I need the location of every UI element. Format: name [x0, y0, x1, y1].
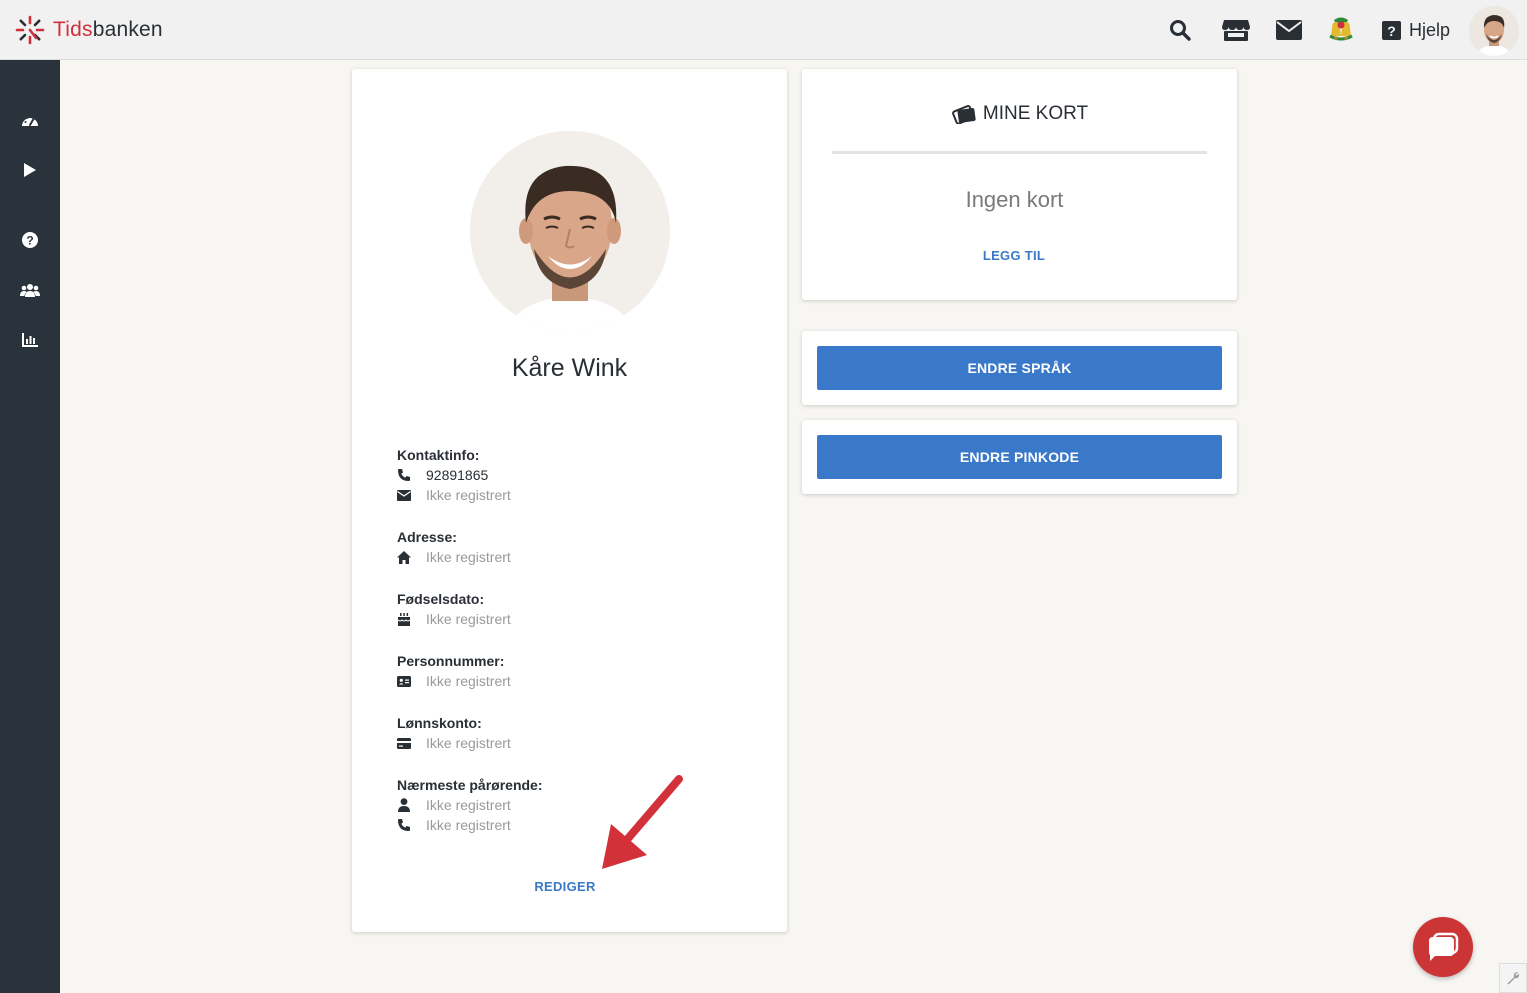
svg-text:?: ? [1387, 23, 1396, 39]
address-label: Adresse: [397, 529, 457, 545]
address-section: Adresse: Ikke registrert [397, 527, 727, 567]
phone-row: 92891865 [397, 465, 727, 485]
svg-text:?: ? [26, 234, 33, 248]
dashboard-icon[interactable] [18, 108, 42, 132]
next-of-kin-phone-value: Ikke registrert [426, 817, 511, 833]
profile-card: Kåre Wink Kontaktinfo: 92891865 Ikke reg… [352, 69, 787, 932]
profile-name: Kåre Wink [511, 354, 628, 382]
salary-account-label: Lønnskonto: [397, 715, 482, 731]
next-of-kin-name-value: Ikke registrert [426, 797, 511, 813]
divider [832, 151, 1207, 154]
help-link[interactable]: ? Hjelp [1382, 16, 1450, 44]
cards-icon [951, 105, 976, 124]
search-icon[interactable] [1168, 16, 1192, 44]
salary-account-row: Ikke registrert [397, 733, 727, 753]
phone-value: 92891865 [426, 467, 489, 483]
top-header: Tidsbanken ? Hjelp [0, 0, 1527, 60]
credit-card-icon [397, 736, 411, 750]
salary-account-section: Lønnskonto: Ikke registrert [397, 713, 727, 753]
address-row: Ikke registrert [397, 547, 727, 567]
salary-account-value: Ikke registrert [426, 735, 511, 751]
home-icon [397, 550, 411, 564]
birthday-cake-icon [397, 612, 411, 626]
personal-number-section: Personnummer: Ikke registrert [397, 651, 727, 691]
user-icon [397, 798, 411, 812]
help-icon: ? [1382, 20, 1401, 40]
personal-number-value: Ikke registrert [426, 673, 511, 689]
my-cards-title-text: MINE KORT [982, 103, 1089, 124]
birthdate-row: Ikke registrert [397, 609, 727, 629]
mail-icon[interactable] [1276, 16, 1302, 44]
add-card-button[interactable]: LEGG TIL [964, 248, 1064, 263]
birthdate-section: Fødselsdato: Ikke registrert [397, 589, 727, 629]
id-card-icon [397, 674, 411, 688]
change-pin-card: ENDRE PINKODE [802, 420, 1237, 494]
help-label: Hjelp [1409, 19, 1451, 40]
users-icon[interactable] [18, 278, 42, 302]
tidsbanken-logo[interactable]: Tidsbanken [14, 14, 163, 46]
annotation-arrow-icon [602, 775, 683, 869]
change-language-button[interactable]: ENDRE SPRÅK [817, 346, 1222, 390]
bar-chart-icon[interactable] [18, 328, 42, 352]
my-cards-title: MINE KORT [802, 103, 1237, 125]
question-circle-icon[interactable]: ? [18, 228, 42, 252]
envelope-icon [397, 488, 411, 502]
address-value: Ikke registrert [426, 549, 511, 565]
phone-icon [397, 818, 411, 832]
contact-info-label: Kontaktinfo: [397, 447, 480, 463]
edit-button[interactable]: REDIGER [515, 879, 615, 894]
personal-number-label: Personnummer: [397, 653, 505, 669]
store-icon[interactable] [1221, 16, 1251, 44]
user-avatar[interactable] [1469, 6, 1519, 56]
chat-button[interactable] [1413, 917, 1473, 977]
chat-bubble-icon [1429, 932, 1459, 961]
contact-info-section: Kontaktinfo: 92891865 Ikke registrert [397, 445, 727, 505]
birthdate-label: Fødselsdato: [397, 591, 485, 607]
no-cards-text: Ingen kort [965, 187, 1064, 212]
my-cards-card: MINE KORT Ingen kort LEGG TIL [802, 69, 1237, 300]
play-icon[interactable] [18, 158, 42, 182]
logo-icon [15, 15, 45, 45]
sidebar: ? [0, 60, 60, 993]
email-row: Ikke registrert [397, 485, 727, 505]
email-value: Ikke registrert [426, 487, 511, 503]
christmas-bells-icon[interactable] [1326, 16, 1356, 44]
profile-photo [470, 131, 670, 331]
birthdate-value: Ikke registrert [426, 611, 511, 627]
personal-number-row: Ikke registrert [397, 671, 727, 691]
phone-icon [397, 468, 411, 482]
wrench-icon[interactable] [1499, 963, 1527, 993]
change-language-card: ENDRE SPRÅK [802, 331, 1237, 405]
change-pin-button[interactable]: ENDRE PINKODE [817, 435, 1222, 479]
logo-text: Tidsbanken [53, 18, 163, 41]
